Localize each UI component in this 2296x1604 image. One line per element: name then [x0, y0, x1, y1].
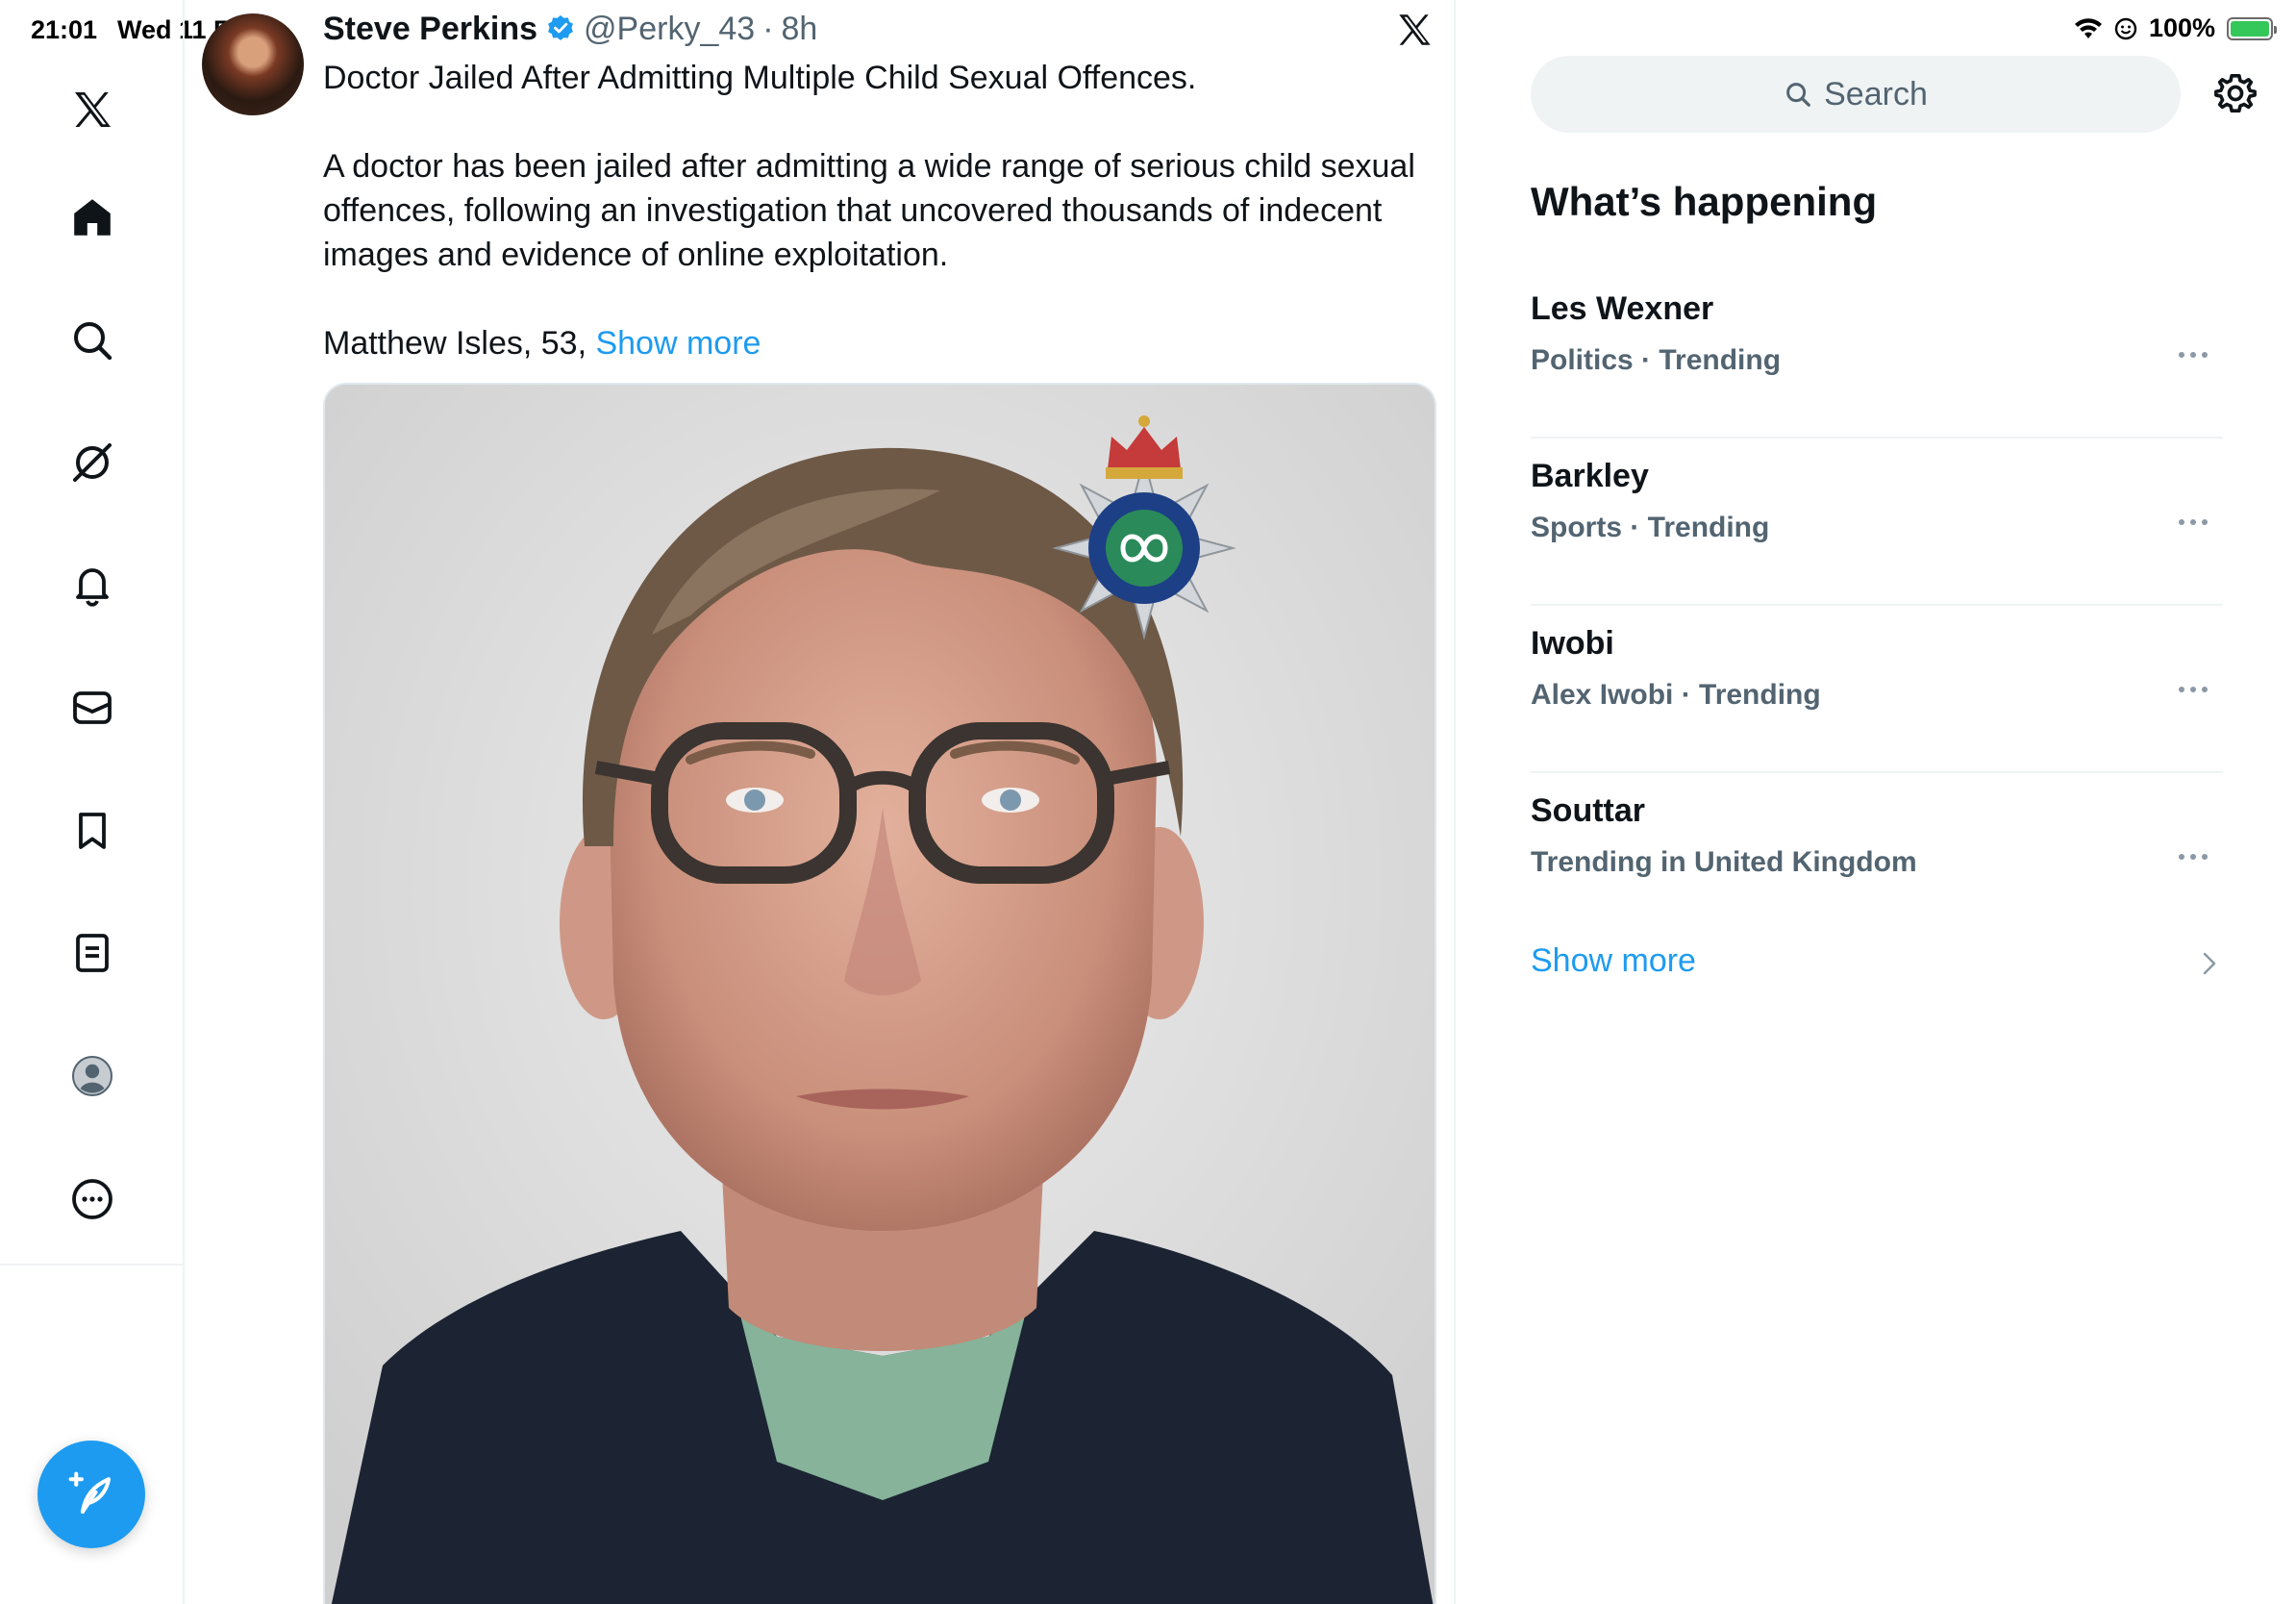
right-sidebar: Search What’s happening Les Wexner Polit…: [1458, 0, 2296, 1604]
home-icon[interactable]: [54, 179, 131, 256]
trend-item[interactable]: Barkley Sports · Trending: [1531, 439, 2223, 606]
more-icon[interactable]: [54, 1161, 131, 1238]
author-handle[interactable]: @Perky_43: [584, 11, 755, 48]
lists-icon[interactable]: [54, 915, 131, 991]
trend-item[interactable]: Souttar Trending in United Kingdom: [1531, 773, 2223, 940]
verified-badge-icon: [548, 15, 573, 40]
close-icon[interactable]: [1394, 10, 1435, 50]
search-input[interactable]: Search: [1531, 56, 2181, 133]
trend-item[interactable]: Les Wexner Politics · Trending: [1531, 271, 2223, 439]
trend-name: Souttar: [1531, 792, 1645, 829]
more-dots-icon[interactable]: [2177, 852, 2209, 862]
whats-happening-title: What’s happening: [1531, 179, 1878, 224]
trends-show-more-link[interactable]: Show more: [1531, 942, 1696, 980]
more-dots-icon[interactable]: [2177, 350, 2209, 360]
search-icon: [1786, 83, 1810, 107]
tweet-media-photo[interactable]: [323, 383, 1436, 1604]
trend-meta: Trending in United Kingdom: [1531, 846, 1917, 878]
tweet-detail: Steve Perkins @Perky_43 · 8h Doctor Jail…: [187, 0, 1456, 1604]
trend-name: Iwobi: [1531, 625, 1614, 662]
compose-feather-icon: [68, 1471, 112, 1515]
tweet-paragraph-1: Doctor Jailed After Admitting Multiple C…: [323, 60, 1197, 96]
trend-meta: Politics · Trending: [1531, 344, 1782, 376]
more-dots-icon[interactable]: [2177, 685, 2209, 694]
tweet-header: Steve Perkins @Perky_43 · 8h: [323, 8, 817, 50]
author-name[interactable]: Steve Perkins: [323, 11, 537, 48]
left-nav: [0, 0, 185, 1604]
trend-meta: Alex Iwobi · Trending: [1531, 679, 1821, 711]
profile-icon[interactable]: [54, 1038, 131, 1115]
tweet-paragraph-3-text: Matthew Isles, 53,: [323, 325, 587, 362]
tweet-time[interactable]: 8h: [782, 11, 818, 48]
tweet-show-more-link[interactable]: Show more: [595, 325, 761, 362]
search-icon[interactable]: [54, 302, 131, 379]
compose-button[interactable]: [37, 1441, 145, 1548]
trend-item[interactable]: Iwobi Alex Iwobi · Trending: [1531, 606, 2223, 773]
bookmark-icon[interactable]: [54, 792, 131, 869]
grok-icon[interactable]: [54, 424, 131, 501]
author-avatar[interactable]: [202, 13, 304, 115]
tweet-text: Doctor Jailed After Admitting Multiple C…: [323, 56, 1419, 365]
settings-gear-icon[interactable]: [2213, 71, 2258, 115]
trend-meta: Sports · Trending: [1531, 512, 1770, 543]
more-dots-icon[interactable]: [2177, 517, 2209, 527]
header-separator: ·: [762, 10, 774, 47]
trend-name: Les Wexner: [1531, 290, 1714, 327]
chevron-right-icon[interactable]: [2200, 950, 2219, 977]
mugshot-image: [325, 385, 1435, 1604]
trend-name: Barkley: [1531, 458, 1649, 494]
x-logo-icon[interactable]: [54, 71, 131, 148]
notifications-bell-icon[interactable]: [54, 546, 131, 623]
messages-envelope-icon[interactable]: [54, 669, 131, 746]
nav-divider: [0, 1264, 185, 1266]
tweet-paragraph-3: Matthew Isles, 53, Show more: [323, 321, 1419, 365]
tweet-paragraph-2: A doctor has been jailed after admitting…: [323, 148, 1415, 273]
search-placeholder: Search: [1824, 75, 1928, 113]
